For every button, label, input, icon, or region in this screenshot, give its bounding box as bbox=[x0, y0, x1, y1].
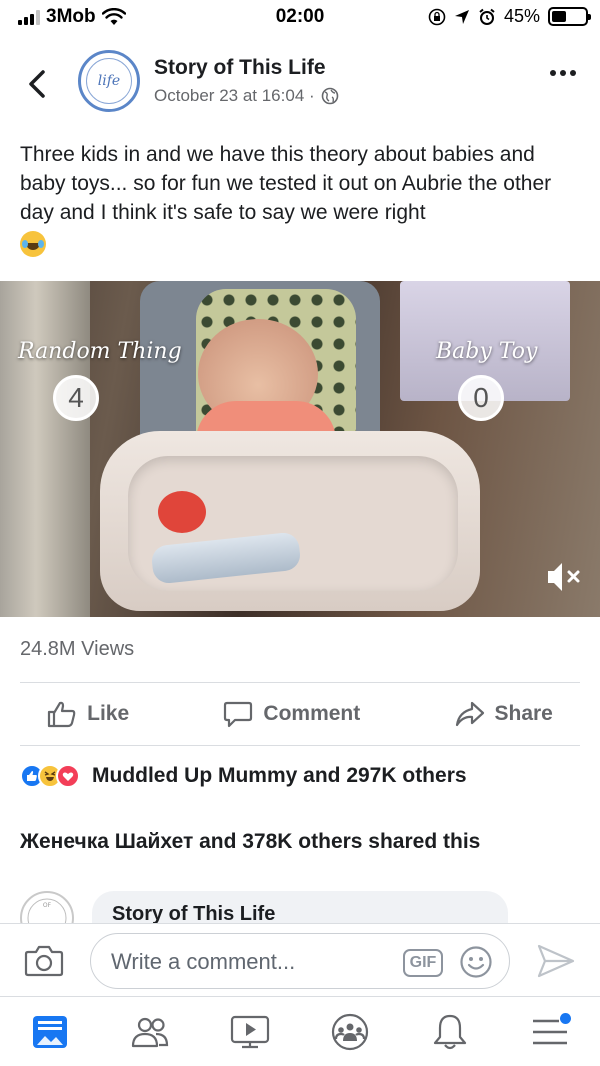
nav-watch[interactable] bbox=[225, 1007, 275, 1057]
bottom-nav bbox=[0, 996, 600, 1066]
video-label-right: Baby Toy bbox=[436, 339, 538, 364]
post-text-body: Three kids in and we have this theory ab… bbox=[20, 143, 552, 224]
commenter-avatar[interactable]: OF bbox=[20, 891, 74, 923]
comment-author[interactable]: Story of This Life bbox=[112, 903, 275, 923]
nav-groups[interactable] bbox=[325, 1007, 375, 1057]
battery-icon bbox=[548, 7, 591, 26]
thumbs-up-icon bbox=[48, 701, 76, 728]
battery-percent: 45% bbox=[503, 6, 540, 26]
video-player[interactable]: Random Thing 4 Baby Toy 0 bbox=[0, 281, 600, 617]
status-bar: 3Mob 02:00 45% bbox=[0, 0, 600, 36]
camera-icon[interactable] bbox=[24, 942, 64, 978]
reactions-summary[interactable]: Muddled Up Mummy and 297K others bbox=[20, 764, 467, 788]
page-name[interactable]: Story of This Life bbox=[154, 56, 326, 80]
video-label-left: Random Thing bbox=[18, 339, 182, 364]
comment-input[interactable]: Write a comment... GIF bbox=[90, 933, 510, 989]
friends-icon bbox=[131, 1017, 169, 1047]
post-timestamp[interactable]: October 23 at 16:04 · bbox=[154, 86, 315, 106]
share-icon bbox=[455, 701, 484, 727]
love-reaction-icon bbox=[56, 764, 80, 788]
divider bbox=[20, 745, 580, 746]
comment-bar: Write a comment... GIF bbox=[0, 923, 600, 996]
mute-icon[interactable] bbox=[544, 557, 584, 597]
comment-bubble[interactable]: Story of This Life bbox=[92, 891, 508, 923]
nav-news-feed[interactable] bbox=[25, 1007, 75, 1057]
status-right: 45% bbox=[428, 6, 591, 27]
sticker-icon[interactable] bbox=[459, 945, 493, 979]
location-icon bbox=[454, 9, 469, 24]
orientation-lock-icon bbox=[428, 8, 446, 25]
page-logo: life bbox=[86, 58, 132, 104]
comment-preview: OF Story of This Life bbox=[0, 885, 600, 923]
svg-text:OF: OF bbox=[43, 902, 52, 909]
comment-label: Comment bbox=[263, 702, 361, 725]
comment-placeholder: Write a comment... bbox=[111, 949, 296, 974]
view-count: 24.8M Views bbox=[20, 638, 135, 660]
groups-icon bbox=[331, 1013, 369, 1050]
alarm-icon bbox=[479, 8, 495, 25]
laughing-emoji-icon bbox=[20, 231, 46, 258]
gif-button[interactable]: GIF bbox=[403, 949, 443, 977]
video-score-left: 4 bbox=[53, 375, 99, 421]
back-button[interactable] bbox=[22, 64, 52, 104]
share-button[interactable]: Share bbox=[455, 700, 553, 728]
bell-icon bbox=[433, 1014, 467, 1049]
comment-button[interactable]: Comment bbox=[223, 700, 360, 728]
like-label: Like bbox=[87, 702, 130, 725]
action-bar: Like Comment Share bbox=[0, 684, 600, 744]
post-text: Three kids in and we have this theory ab… bbox=[20, 140, 580, 258]
news-feed-icon bbox=[33, 1015, 67, 1048]
nav-menu[interactable] bbox=[525, 1007, 575, 1057]
like-button[interactable]: Like bbox=[47, 700, 129, 728]
send-icon[interactable] bbox=[536, 942, 576, 980]
video-score-right: 0 bbox=[458, 375, 504, 421]
watch-icon bbox=[230, 1015, 270, 1048]
reactions-text: Muddled Up Mummy and 297K others bbox=[92, 764, 467, 787]
divider bbox=[20, 682, 580, 683]
more-options-button[interactable] bbox=[550, 70, 576, 76]
reaction-icons bbox=[20, 764, 80, 788]
post-header: life Story of This Life October 23 at 16… bbox=[0, 44, 600, 124]
comment-icon bbox=[224, 701, 253, 728]
menu-notification-dot bbox=[560, 1012, 571, 1024]
nav-friends[interactable] bbox=[125, 1007, 175, 1057]
globe-icon bbox=[321, 87, 338, 105]
nav-notifications[interactable] bbox=[425, 1007, 475, 1057]
page-avatar[interactable]: life bbox=[78, 50, 140, 112]
post-meta: October 23 at 16:04 · bbox=[154, 86, 339, 106]
shares-summary[interactable]: Женечка Шайхет and 378K others shared th… bbox=[20, 830, 480, 854]
share-label: Share bbox=[494, 702, 553, 725]
